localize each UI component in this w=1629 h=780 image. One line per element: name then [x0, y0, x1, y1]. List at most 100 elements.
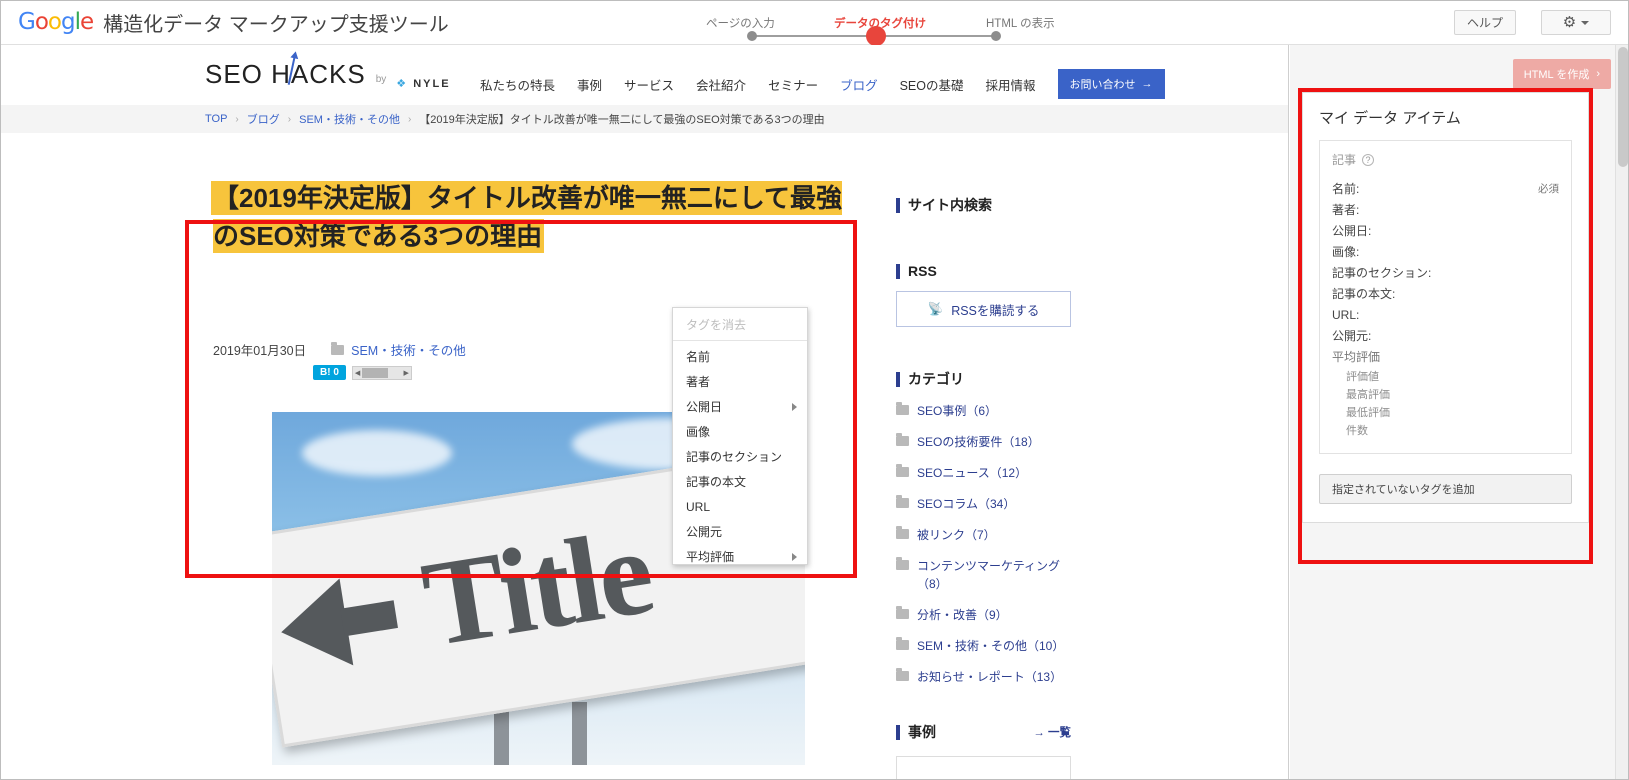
widget-accent-bar: [896, 724, 900, 740]
nav-item-blog[interactable]: ブログ: [840, 75, 878, 94]
menu-item-average-rating[interactable]: 平均評価: [673, 544, 807, 569]
article-title[interactable]: 【2019年決定版】タイトル改善が唯一無二にして最強のSEO対策である3つの理由: [213, 183, 843, 251]
chevron-down-icon: [1581, 20, 1590, 25]
hatena-bookmark-button[interactable]: B! 0: [313, 365, 346, 380]
help-icon[interactable]: ?: [1362, 153, 1375, 166]
category-label: SEOの技術要件（18）: [917, 435, 1040, 449]
folder-icon: [896, 668, 909, 681]
field-rating-value[interactable]: 評価値: [1332, 367, 1559, 385]
widget-accent-bar: [896, 263, 900, 279]
step-dot-1[interactable]: [747, 31, 757, 41]
chevron-left-icon[interactable]: ◀: [355, 369, 360, 377]
breadcrumb-item-blog[interactable]: ブログ: [247, 111, 280, 127]
cases-thumbnail-placeholder[interactable]: [896, 756, 1071, 780]
field-average-rating-group[interactable]: 平均評価: [1332, 346, 1559, 367]
category-item[interactable]: 分析・改善（9）: [896, 606, 1076, 624]
category-item[interactable]: コンテンツマーケティング（8）: [896, 557, 1076, 593]
field-name[interactable]: 名前: 必須: [1332, 178, 1559, 199]
menu-item-article-section[interactable]: 記事のセクション: [673, 444, 807, 469]
settings-button[interactable]: ⚙: [1541, 10, 1611, 35]
scroll-thumb[interactable]: [361, 367, 388, 378]
breadcrumb-item-category[interactable]: SEM・技術・その他: [299, 111, 400, 127]
folder-icon: [896, 606, 909, 619]
field-publisher[interactable]: 公開元:: [1332, 325, 1559, 346]
nav-item-seo-basics[interactable]: SEOの基礎: [900, 75, 964, 94]
field-rating-count[interactable]: 件数: [1332, 421, 1559, 439]
field-author[interactable]: 著者:: [1332, 199, 1559, 220]
field-url[interactable]: URL:: [1332, 304, 1559, 325]
nav-item-features[interactable]: 私たちの特長: [480, 75, 555, 94]
nav-item-recruit[interactable]: 採用情報: [986, 75, 1036, 94]
field-date-published[interactable]: 公開日:: [1332, 220, 1559, 241]
field-best-rating[interactable]: 最高評価: [1332, 385, 1559, 403]
menu-item-article-body[interactable]: 記事の本文: [673, 469, 807, 494]
nav-item-seminar[interactable]: セミナー: [768, 75, 818, 94]
step-label-1[interactable]: ページの入力: [706, 15, 775, 31]
share-row[interactable]: B! 0 ◀ ▶: [313, 365, 412, 380]
category-item[interactable]: SEOコラム（34）: [896, 495, 1076, 513]
tag-context-menu[interactable]: タグを消去 名前 著者 公開日 画像 記事のセクション 記事の本文 URL 公開…: [672, 307, 808, 565]
step-dot-3[interactable]: [991, 31, 1001, 41]
arrow-tail-shape: [340, 600, 398, 637]
google-logo: Google: [18, 9, 94, 35]
field-author-label: 著者:: [1332, 203, 1360, 217]
menu-item-image[interactable]: 画像: [673, 419, 807, 444]
article: 【2019年決定版】タイトル改善が唯一無二にして最強のSEO対策である3つの理由…: [213, 180, 853, 380]
category-item[interactable]: SEOの技術要件（18）: [896, 433, 1076, 451]
widget-title-search: サイト内検索: [896, 195, 1076, 215]
help-button[interactable]: ヘルプ: [1454, 10, 1516, 35]
folder-icon: [896, 557, 909, 570]
article-date: 2019年01月30日: [213, 344, 307, 358]
nav-item-company[interactable]: 会社紹介: [696, 75, 746, 94]
field-date-published-label: 公開日:: [1332, 224, 1372, 238]
field-worst-rating[interactable]: 最低評価: [1332, 403, 1559, 421]
field-article-body[interactable]: 記事の本文:: [1332, 283, 1559, 304]
scroll-thumb[interactable]: [1618, 47, 1628, 167]
step-label-3[interactable]: HTML の表示: [986, 15, 1055, 31]
field-average-rating-label: 平均評価: [1332, 350, 1381, 364]
share-scrollbar[interactable]: ◀ ▶: [351, 365, 412, 380]
breadcrumb-item-top[interactable]: TOP: [205, 113, 227, 125]
contact-button[interactable]: お問い合わせ →: [1057, 69, 1165, 99]
logo-by-label: by: [375, 74, 387, 85]
panel-title: マイ データ アイテム: [1319, 110, 1461, 127]
menu-item-name[interactable]: 名前: [673, 344, 807, 369]
rss-subscribe-button[interactable]: 📡 RSSを購読する: [896, 291, 1071, 327]
nav-item-services[interactable]: サービス: [624, 75, 674, 94]
site-logo[interactable]: SEO HACKS by ❖ NYLE: [205, 53, 451, 90]
panel-scrollbar[interactable]: [1615, 45, 1629, 780]
menu-item-url[interactable]: URL: [673, 494, 807, 519]
create-html-label: HTML を作成: [1523, 69, 1590, 81]
field-image[interactable]: 画像:: [1332, 241, 1559, 262]
category-item[interactable]: お知らせ・レポート（13）: [896, 668, 1076, 686]
category-label: 分析・改善（9）: [917, 608, 1008, 622]
widget-title-category: カテゴリ: [896, 369, 1076, 389]
sign-text: Title: [414, 503, 660, 673]
category-item[interactable]: SEM・技術・その他（10）: [896, 637, 1076, 655]
create-html-button[interactable]: HTML を作成 ›: [1512, 59, 1611, 89]
add-unspecified-tag-button[interactable]: 指定されていないタグを追加: [1319, 474, 1572, 504]
step-dot-2[interactable]: [866, 26, 886, 46]
site-nav[interactable]: 私たちの特長 事例 サービス 会社紹介 セミナー ブログ SEOの基礎 採用情報…: [480, 69, 1165, 99]
nav-item-cases[interactable]: 事例: [577, 75, 602, 94]
page-preview[interactable]: SEO HACKS by ❖ NYLE 私たちの特長 事例 サービス 会社紹介 …: [0, 45, 1289, 780]
widget-accent-bar: [896, 371, 900, 387]
cases-list-link[interactable]: → 一覧: [1033, 724, 1071, 740]
category-item[interactable]: 被リンク（7）: [896, 526, 1076, 544]
folder-icon: [896, 464, 909, 477]
breadcrumb-separator-icon: ›: [407, 113, 412, 125]
chevron-right-icon[interactable]: ▶: [404, 369, 409, 377]
menu-item-author[interactable]: 著者: [673, 369, 807, 394]
category-label: SEOコラム（34）: [917, 497, 1016, 511]
breadcrumb-separator-icon: ›: [235, 113, 239, 125]
article-category-label: SEM・技術・その他: [351, 344, 466, 358]
breadcrumb[interactable]: TOP › ブログ › SEM・技術・その他 › 【2019年決定版】タイトル改…: [0, 105, 1288, 133]
field-article-section[interactable]: 記事のセクション:: [1332, 262, 1559, 283]
category-label: SEO事例（6）: [917, 404, 998, 418]
category-item[interactable]: SEOニュース（12）: [896, 464, 1076, 482]
category-item[interactable]: SEO事例（6）: [896, 402, 1076, 420]
menu-item-publisher[interactable]: 公開元: [673, 519, 807, 544]
menu-item-date-published[interactable]: 公開日: [673, 394, 807, 419]
article-category-link[interactable]: SEM・技術・その他: [331, 340, 466, 359]
widget-title-cases: 事例 → 一覧: [896, 722, 1071, 742]
